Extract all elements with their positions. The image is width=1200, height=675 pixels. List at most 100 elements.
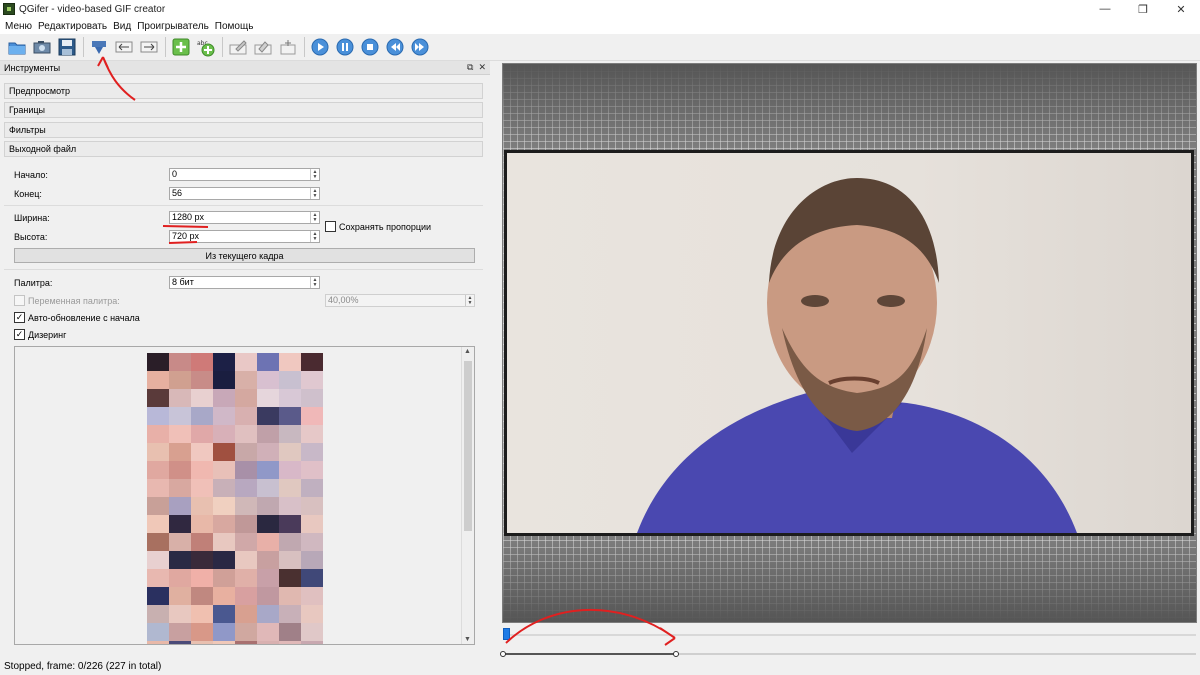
height-spinbox[interactable]: 720 px ▲ ▼	[169, 230, 320, 243]
spin-arrows[interactable]: ▲ ▼	[310, 277, 319, 288]
palette-swatch	[147, 425, 169, 443]
scrollbar-thumb[interactable]	[464, 361, 472, 531]
palette-swatch	[257, 551, 279, 569]
play-button[interactable]	[309, 36, 331, 58]
palette-swatch	[147, 587, 169, 605]
remove-tool-button[interactable]	[252, 36, 274, 58]
width-spinbox[interactable]: 1280 px ▲ ▼	[169, 211, 320, 224]
palette-swatch	[191, 641, 213, 644]
palette-swatch	[235, 605, 257, 623]
palette-swatch	[191, 533, 213, 551]
auto-update-checkbox[interactable]: ✓	[14, 312, 25, 323]
crop-tool-button[interactable]	[277, 36, 299, 58]
checkmark-icon: ✓	[15, 312, 24, 322]
palette-swatch	[301, 605, 323, 623]
minimize-button[interactable]: —	[1086, 0, 1124, 18]
pencil-icon	[229, 40, 247, 55]
open-video-button[interactable]	[6, 36, 28, 58]
palette-scrollbar[interactable]: ▲ ▼	[461, 347, 474, 644]
palette-swatch	[191, 515, 213, 533]
keep-ratio-checkbox[interactable]	[325, 221, 336, 232]
palette-swatch	[257, 353, 279, 371]
menu-edit[interactable]: Редактировать	[35, 21, 110, 32]
palette-swatch	[301, 587, 323, 605]
save-button[interactable]	[56, 36, 78, 58]
palette-swatch	[191, 407, 213, 425]
section-filters[interactable]: Фильтры	[4, 122, 483, 138]
floppy-icon	[58, 38, 76, 56]
skip-forward-icon	[411, 38, 429, 56]
close-button[interactable]: ✕	[1162, 0, 1200, 18]
extract-gif-button[interactable]	[88, 36, 110, 58]
palette-swatch	[147, 389, 169, 407]
section-borders[interactable]: Границы	[4, 102, 483, 118]
set-end-button[interactable]	[138, 36, 160, 58]
app-icon	[3, 3, 15, 15]
palette-swatch	[301, 551, 323, 569]
variable-palette-value: 40,00%	[328, 295, 359, 305]
open-project-button[interactable]	[31, 36, 53, 58]
menu-player[interactable]: Проигрыватель	[134, 21, 212, 32]
pause-button[interactable]	[334, 36, 356, 58]
palette-swatch	[301, 533, 323, 551]
menu-view[interactable]: Вид	[110, 21, 134, 32]
close-panel-icon[interactable]: ✕	[478, 62, 486, 73]
add-text-icon: abc	[197, 40, 215, 57]
previous-frame-button[interactable]	[384, 36, 406, 58]
palette-swatch	[213, 353, 235, 371]
palette-swatch	[147, 497, 169, 515]
menu-help[interactable]: Помощь	[212, 21, 257, 32]
float-panel-icon[interactable]: ⧉	[467, 62, 473, 73]
spin-arrows[interactable]: ▲ ▼	[310, 231, 319, 242]
palette-swatch	[301, 623, 323, 641]
title-bar: QGifer - video-based GIF creator — ❐ ✕	[0, 0, 1200, 18]
palette-swatch	[279, 587, 301, 605]
next-frame-button[interactable]	[409, 36, 431, 58]
variable-palette-spinbox[interactable]: 40,00% ▲ ▼	[325, 294, 475, 307]
variable-palette-checkbox[interactable]	[14, 295, 25, 306]
add-object-button[interactable]	[170, 36, 192, 58]
palette-swatch	[169, 389, 191, 407]
palette-spinbox[interactable]: 8 бит ▲ ▼	[169, 276, 320, 289]
palette-swatch	[301, 443, 323, 461]
frame-slider-handle[interactable]	[503, 628, 510, 640]
start-spinbox[interactable]: 0 ▲ ▼	[169, 168, 320, 181]
from-current-frame-button[interactable]: Из текущего кадра	[14, 248, 475, 263]
palette-swatch	[279, 425, 301, 443]
palette-swatch	[147, 407, 169, 425]
dithering-checkbox[interactable]: ✓	[14, 329, 25, 340]
palette-swatch	[235, 569, 257, 587]
menu-main[interactable]: Меню	[2, 21, 35, 32]
spin-arrows[interactable]: ▲ ▼	[465, 295, 474, 306]
end-spinbox[interactable]: 56 ▲ ▼	[169, 187, 320, 200]
palette-swatch	[279, 533, 301, 551]
spin-arrows[interactable]: ▲ ▼	[310, 188, 319, 199]
set-start-button[interactable]	[113, 36, 135, 58]
palette-swatch	[257, 623, 279, 641]
section-output-file[interactable]: Выходной файл	[4, 141, 483, 157]
panel-splitter[interactable]	[490, 61, 500, 657]
palette-swatch	[147, 443, 169, 461]
palette-swatch	[301, 353, 323, 371]
maximize-button[interactable]: ❐	[1124, 0, 1162, 18]
palette-swatch	[279, 551, 301, 569]
checkmark-icon: ✓	[15, 329, 24, 339]
palette-swatch	[301, 569, 323, 587]
edit-tool-button[interactable]	[227, 36, 249, 58]
section-preview[interactable]: Предпросмотр	[4, 83, 483, 99]
palette-swatch	[213, 461, 235, 479]
palette-swatch	[279, 497, 301, 515]
palette-swatch	[147, 371, 169, 389]
stop-button[interactable]	[359, 36, 381, 58]
qgifer-window: QGifer - video-based GIF creator — ❐ ✕ М…	[0, 0, 1200, 675]
palette-swatch	[169, 641, 191, 644]
scroll-up-icon[interactable]: ▲	[464, 348, 471, 355]
scroll-down-icon[interactable]: ▼	[464, 636, 471, 643]
spin-arrows[interactable]: ▲ ▼	[310, 169, 319, 180]
frame-slider-track[interactable]	[503, 634, 1196, 636]
start-label: Начало:	[14, 170, 48, 180]
add-text-button[interactable]: abc	[195, 36, 217, 58]
palette-swatch	[213, 569, 235, 587]
palette-swatch	[147, 623, 169, 641]
spin-arrows[interactable]: ▲ ▼	[310, 212, 319, 223]
